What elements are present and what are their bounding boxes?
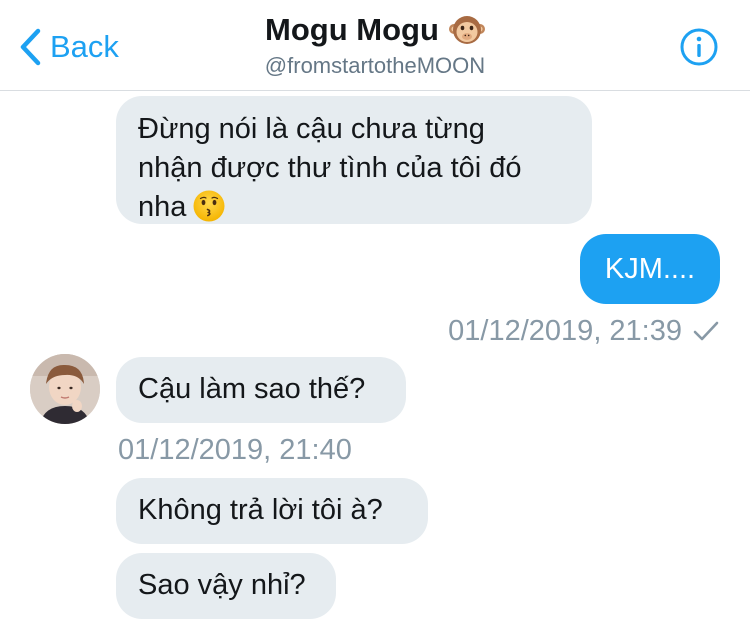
message-bubble-incoming[interactable]: Cậu làm sao thế? — [116, 357, 406, 423]
checkmark-icon — [693, 321, 719, 341]
message-bubble-incoming[interactable]: Đừng nói là cậu chưa từng nhận được thư … — [116, 96, 592, 224]
message-text: Sao vậy nhỉ? — [138, 569, 306, 601]
message-text: Không trả lời tôi à? — [138, 494, 383, 526]
message-text-line: nhận được thư tình của tôi đó — [138, 152, 522, 184]
conversation-header: Back Mogu Mogu @fromstartotheMOON — [0, 0, 750, 91]
info-button[interactable] — [680, 28, 718, 66]
message-bubble-incoming[interactable]: Không trả lời tôi à? — [116, 478, 428, 544]
message-bubble-incoming[interactable]: Sao vậy nhỉ? — [116, 553, 336, 619]
message-bubble-outgoing[interactable]: KJM.... — [580, 234, 720, 304]
dm-conversation-screen: Back Mogu Mogu @fromstartotheMOON Đừng n… — [0, 0, 750, 635]
avatar[interactable] — [30, 354, 100, 424]
info-icon — [680, 28, 718, 66]
message-text: Cậu làm sao thế? — [138, 373, 366, 405]
message-text-line: Đừng nói là cậu chưa từng — [138, 113, 485, 145]
message-timestamp: 01/12/2019, 21:40 — [118, 434, 352, 466]
message-text: KJM.... — [604, 253, 696, 285]
message-text-line: nha — [138, 191, 187, 223]
kissing-face-icon — [192, 189, 226, 223]
page-title: Mogu Mogu — [265, 12, 439, 47]
monkey-face-icon — [448, 12, 485, 48]
message-text-line-last: nha — [138, 188, 570, 227]
user-handle: @fromstartotheMOON — [264, 53, 486, 78]
conversation-title-block[interactable]: Mogu Mogu @fromstartotheMOON — [0, 10, 750, 80]
message-timestamp: 01/12/2019, 21:39 — [448, 315, 682, 347]
